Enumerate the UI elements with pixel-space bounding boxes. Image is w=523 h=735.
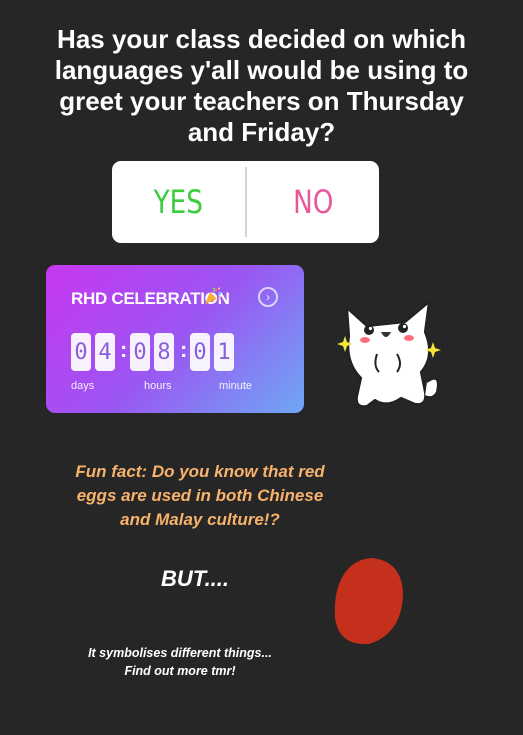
poll-sticker: YES NO	[112, 161, 379, 243]
symbolises-line-1: It symbolises different things...	[88, 646, 272, 660]
countdown-colon: :	[180, 337, 188, 362]
fun-fact-line-1: Fun fact: Do you know that red	[75, 462, 325, 481]
poll-yes-label: YES	[153, 183, 203, 221]
question-line-4: and Friday?	[187, 117, 336, 147]
poll-divider	[244, 167, 247, 237]
poll-no-button[interactable]: NO	[258, 161, 367, 243]
question-line-2: languages y'all would be using to	[54, 55, 469, 85]
fun-fact-line-3: and Malay culture!?	[120, 510, 280, 529]
cat-sticker-icon	[337, 296, 443, 416]
poll-no-label: NO	[292, 183, 333, 221]
red-egg-icon	[333, 556, 405, 646]
but-text: BUT....	[160, 566, 230, 591]
countdown-unit-days: days	[71, 380, 95, 392]
poll-question: Has your class decided on which language…	[20, 24, 503, 148]
countdown-digit: 4	[95, 333, 115, 371]
party-popper-icon	[203, 286, 223, 311]
fun-fact-line-2: eggs are used in both Chinese	[76, 486, 324, 505]
symbolises-text: It symbolises different things... Find o…	[50, 644, 310, 680]
fun-fact-text: Fun fact: Do you know that red eggs are …	[62, 460, 338, 532]
countdown-unit-minutes: minute	[219, 380, 253, 392]
countdown-digit: 8	[154, 333, 174, 371]
symbolises-line-2: Find out more tmr!	[124, 664, 236, 678]
question-line-3: greet your teachers on Thursday	[59, 86, 464, 116]
countdown-digit: 1	[214, 333, 234, 371]
countdown-sticker[interactable]: RHD CELEBRATION › 0 4 : 0 8 : 0 1 days h…	[46, 265, 304, 413]
chevron-right-icon[interactable]: ›	[258, 287, 278, 307]
countdown-digit: 0	[190, 333, 210, 371]
countdown-digit: 0	[130, 333, 150, 371]
countdown-digit: 0	[71, 333, 91, 371]
poll-yes-button[interactable]: YES	[124, 161, 233, 243]
countdown-colon: :	[120, 337, 128, 362]
question-line-1: Has your class decided on which	[57, 24, 466, 54]
countdown-unit-hours: hours	[144, 380, 172, 392]
